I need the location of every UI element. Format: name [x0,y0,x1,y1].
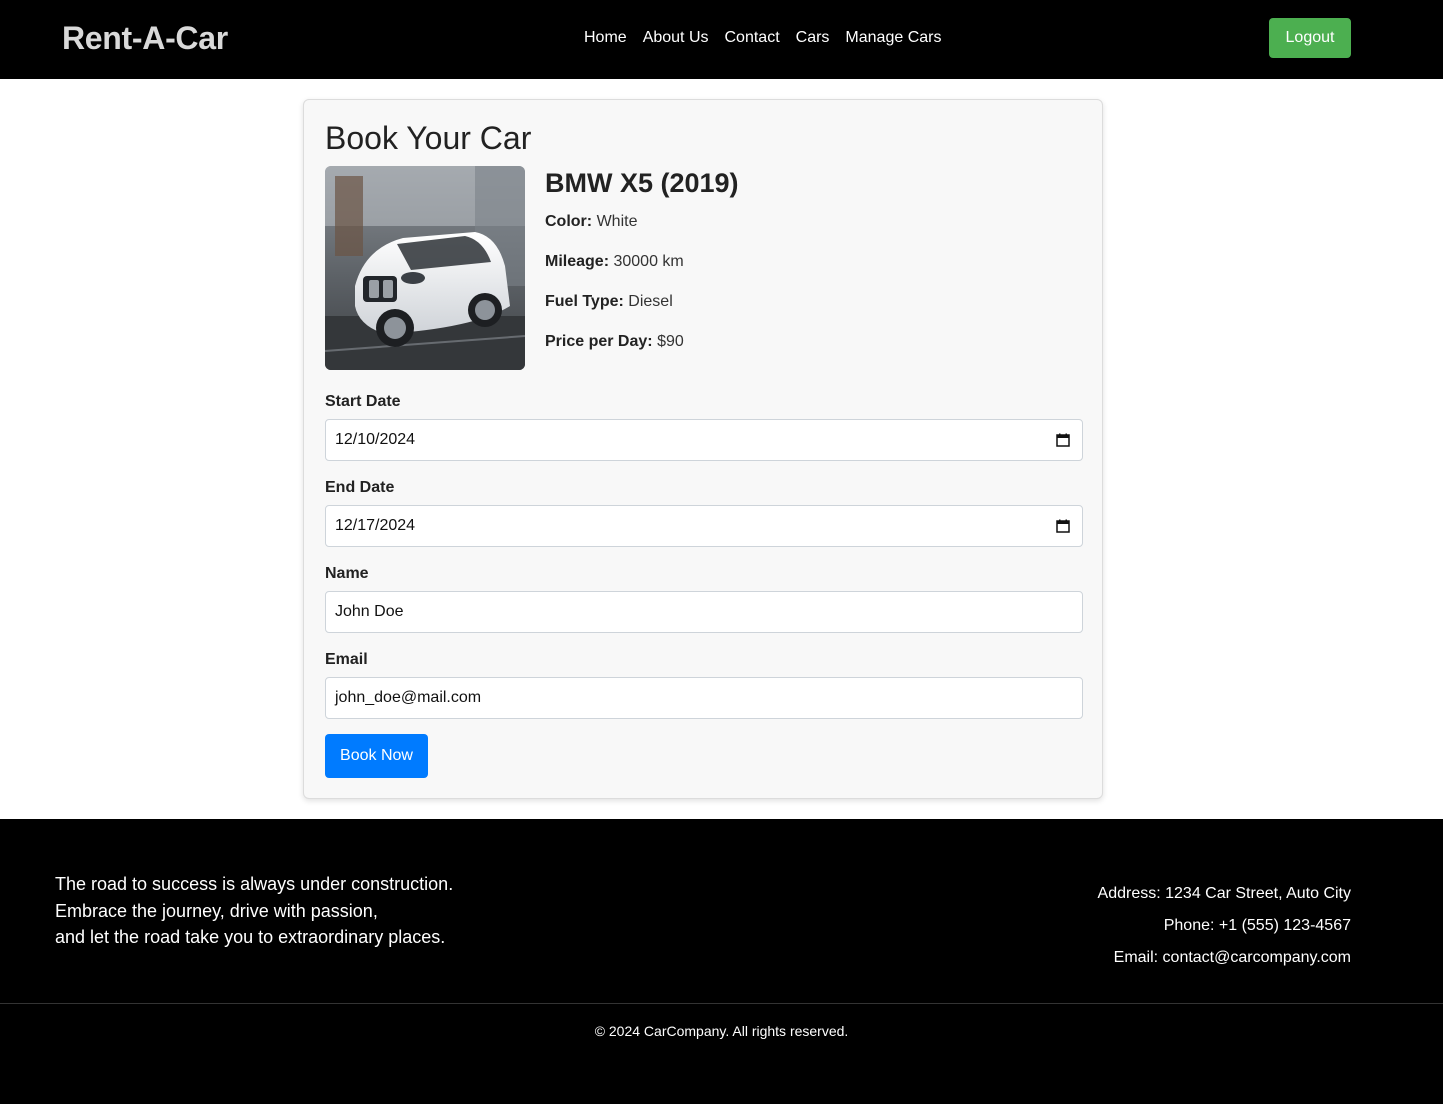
nav-home[interactable]: Home [584,29,627,47]
end-date-value: 12/17/2024 [335,517,416,534]
spec-price-per-day: Price per Day: $90 [545,333,684,351]
nav-cars[interactable]: Cars [796,29,830,47]
name-label: Name [325,565,369,582]
nav-about-us[interactable]: About Us [643,29,709,47]
quote-line: and let the road take you to extraordina… [55,927,446,947]
footer-divider [0,1003,1443,1004]
site-footer: The road to success is always under cons… [0,819,1443,1104]
start-date-value: 12/10/2024 [335,431,416,448]
email-input[interactable]: john_doe@mail.com [325,677,1083,719]
footer-contact: Address: 1234 Car Street, Auto City Phon… [1098,878,1351,974]
start-date-label: Start Date [325,393,401,410]
spec-mileage: Mileage: 30000 km [545,253,684,271]
car-image [325,166,525,370]
spec-color: Color: White [545,213,637,231]
email-value: john_doe@mail.com [335,689,482,706]
spec-label: Mileage: [545,253,610,270]
logout-button[interactable]: Logout [1269,18,1351,58]
end-date-input[interactable]: 12/17/2024 [325,505,1083,547]
end-date-label: End Date [325,479,395,496]
calendar-icon[interactable] [1056,433,1070,447]
calendar-icon[interactable] [1056,519,1070,533]
quote-line: The road to success is always under cons… [55,874,454,894]
book-now-button[interactable]: Book Now [325,734,428,778]
booking-card: Book Your Car BMW X5 (2019) Color: White… [303,99,1103,799]
main-nav: Home About Us Contact Cars Manage Cars [584,29,941,47]
email-label: Email [325,651,368,668]
footer-quote: The road to success is always under cons… [55,871,453,951]
top-navbar: Rent-A-Car Home About Us Contact Cars Ma… [0,0,1443,79]
nav-contact[interactable]: Contact [725,29,780,47]
quote-line: Embrace the journey, drive with passion, [55,900,378,921]
contact-phone: Phone: +1 (555) 123-4567 [1163,917,1351,934]
spec-value: White [596,213,638,230]
spec-fuel-type: Fuel Type: Diesel [545,293,673,311]
spec-label: Price per Day: [545,333,653,350]
start-date-input[interactable]: 12/10/2024 [325,419,1083,461]
contact-email: Email: contact@carcompany.com [1113,949,1351,966]
spec-label: Fuel Type: [545,293,624,310]
spec-value: 30000 km [613,253,684,270]
copyright: © 2024 CarCompany. All rights reserved. [594,1023,849,1039]
name-input[interactable]: John Doe [325,591,1083,633]
contact-address: Address: 1234 Car Street, Auto City [1097,885,1351,902]
brand-logo[interactable]: Rent-A-Car [62,20,228,57]
spec-label: Color: [545,213,593,230]
page-title: Book Your Car [325,120,532,156]
spec-value: Diesel [628,293,673,310]
nav-manage-cars[interactable]: Manage Cars [845,29,941,47]
car-name: BMW X5 (2019) [545,168,739,198]
name-value: John Doe [335,603,404,620]
spec-value: $90 [657,333,684,350]
